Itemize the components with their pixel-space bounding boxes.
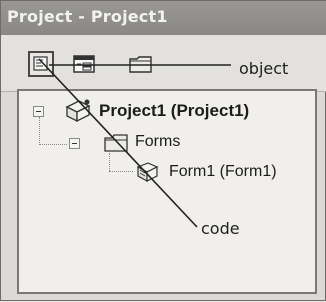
- tree-connector: [109, 171, 133, 172]
- title-bar[interactable]: Project - Project1: [1, 1, 326, 36]
- project-collapse-toggle[interactable]: [33, 106, 44, 117]
- tree-connector: [39, 144, 67, 145]
- form1-node-label[interactable]: Form1 (Form1): [169, 163, 277, 181]
- forms-folder-label[interactable]: Forms: [135, 133, 180, 151]
- folder-icon: [129, 56, 152, 73]
- forms-collapse-toggle[interactable]: [69, 138, 80, 149]
- view-code-icon: [33, 56, 48, 71]
- folder-icon: [104, 134, 128, 152]
- object-annotation-label: object: [239, 59, 289, 78]
- tree-connector: [109, 153, 110, 171]
- code-annotation-label: code: [201, 219, 240, 238]
- project-explorer-window: Project - Project1 Project1 (Project1) F…: [0, 0, 326, 301]
- view-code-button[interactable]: [28, 51, 54, 77]
- project-node-label[interactable]: Project1 (Project1): [99, 101, 249, 121]
- project-icon: [65, 99, 91, 123]
- view-object-button[interactable]: [71, 51, 97, 77]
- form-icon: [136, 162, 159, 183]
- tree-connector: [39, 117, 40, 145]
- project-tree: Project1 (Project1) Forms Form1 (Form1): [17, 89, 317, 294]
- window-title: Project - Project1: [7, 7, 168, 26]
- toggle-folders-button[interactable]: [127, 51, 153, 77]
- view-object-icon: [73, 55, 95, 73]
